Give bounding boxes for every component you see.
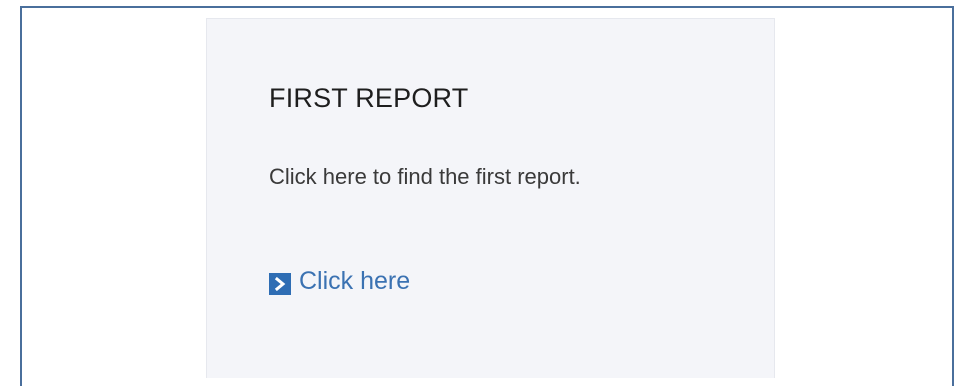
- click-here-link[interactable]: Click here: [269, 267, 410, 296]
- card-description: Click here to find the first report.: [269, 164, 581, 189]
- chevron-right-icon: [269, 272, 291, 295]
- report-card: FIRST REPORT Click here to find the firs…: [206, 18, 775, 378]
- link-label: Click here: [299, 267, 411, 295]
- card-title: FIRST REPORT: [269, 83, 469, 113]
- content-frame: FIRST REPORT Click here to find the firs…: [20, 6, 954, 386]
